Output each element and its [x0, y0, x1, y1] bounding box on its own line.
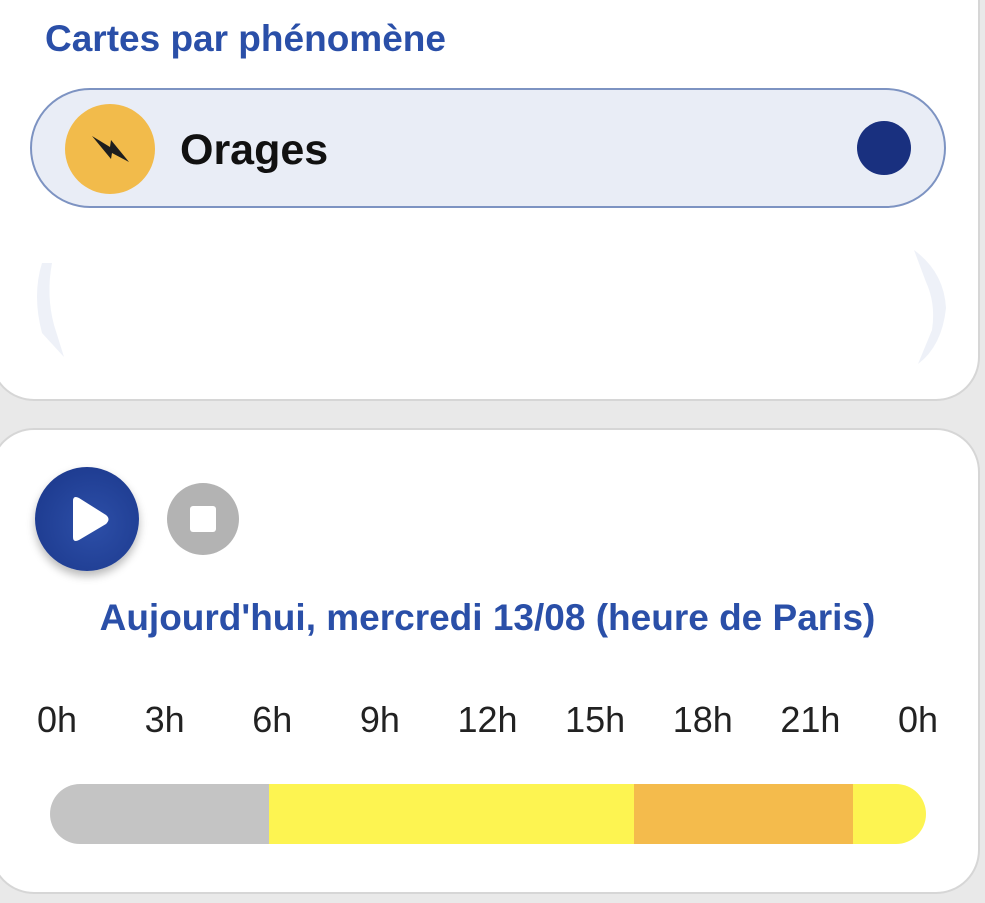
phenomenon-option-orages[interactable]: Orages — [30, 88, 946, 208]
forecast-timeline[interactable] — [50, 784, 926, 844]
stop-button[interactable] — [167, 483, 239, 555]
hour-label: 0h — [897, 699, 939, 740]
play-icon — [73, 497, 109, 541]
hour-label: 0h — [36, 699, 78, 740]
selected-indicator — [857, 121, 911, 175]
placeholder-shape-right — [914, 250, 946, 364]
hour-label: 3h — [144, 699, 185, 740]
hour-label: 18h — [672, 699, 733, 740]
hour-label: 6h — [252, 699, 293, 740]
phenomenon-label: Orages — [180, 126, 329, 174]
timeline-segment — [269, 784, 634, 844]
hour-label: 21h — [780, 699, 841, 740]
stop-icon — [190, 506, 216, 532]
hour-label: 12h — [457, 699, 518, 740]
placeholder-shape-left — [37, 263, 64, 357]
play-button[interactable] — [35, 467, 139, 571]
timeline-segment — [50, 784, 269, 844]
date-label: Aujourd'hui, mercredi 13/08 (heure de Pa… — [99, 597, 876, 638]
hour-label: 9h — [359, 699, 400, 740]
lightning-icon — [65, 104, 155, 194]
hour-label: 15h — [565, 699, 626, 740]
timeline-segment — [853, 784, 926, 844]
section-title: Cartes par phénomène — [45, 18, 446, 59]
timeline-segment — [634, 784, 853, 844]
